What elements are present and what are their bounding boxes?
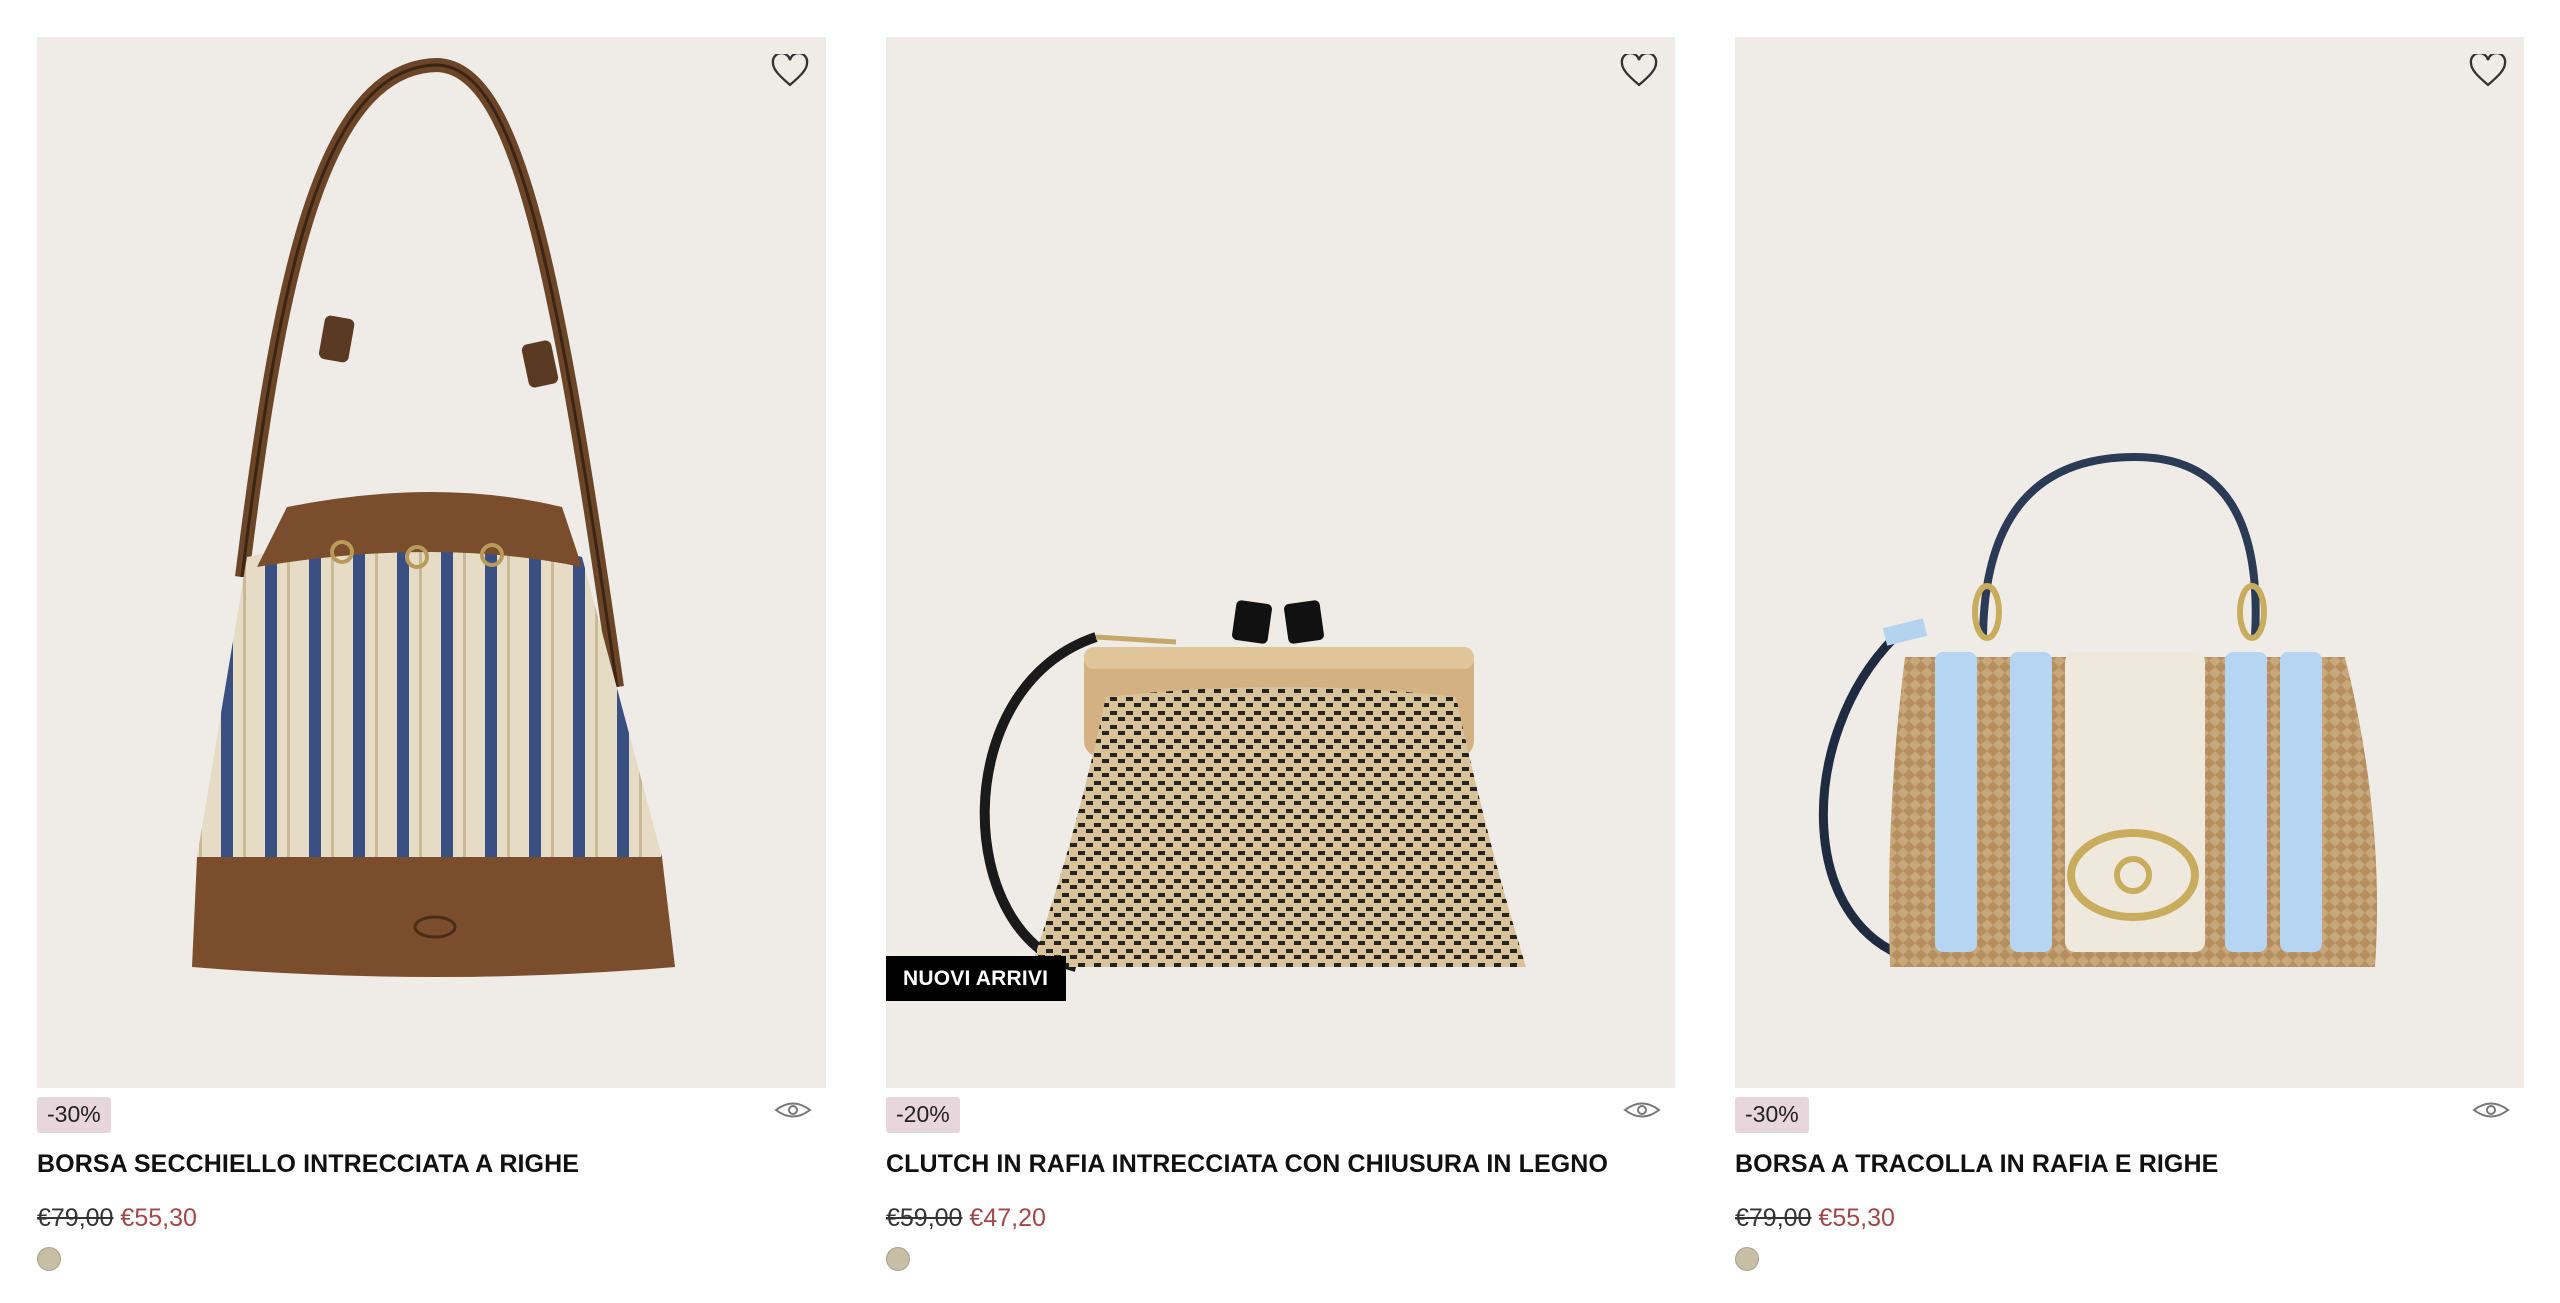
- product-image[interactable]: [37, 37, 826, 1088]
- product-card[interactable]: NUOVI ARRIVI -20% CLUTCH IN RAFIA INTREC…: [886, 37, 1675, 1271]
- product-title[interactable]: BORSA SECCHIELLO INTRECCIATA A RIGHE: [37, 1149, 826, 1179]
- product-image[interactable]: [1735, 37, 2524, 1088]
- crossbody-bag-illustration: [1818, 452, 2377, 967]
- wishlist-button[interactable]: [2466, 49, 2510, 93]
- eye-icon[interactable]: [1623, 1097, 1661, 1123]
- product-image[interactable]: NUOVI ARRIVI: [886, 37, 1675, 1088]
- sale-price: €47,20: [969, 1204, 1046, 1232]
- product-card[interactable]: -30% BORSA SECCHIELLO INTRECCIATA A RIGH…: [37, 37, 826, 1271]
- sale-price: €55,30: [1818, 1204, 1895, 1232]
- heart-icon: [2469, 54, 2507, 87]
- product-grid: -30% BORSA SECCHIELLO INTRECCIATA A RIGH…: [37, 37, 2524, 1271]
- original-price: €79,00: [37, 1204, 114, 1232]
- discount-badge: -20%: [886, 1097, 960, 1133]
- wishlist-button[interactable]: [1617, 49, 1661, 93]
- discount-badge: -30%: [1735, 1097, 1809, 1133]
- product-title[interactable]: CLUTCH IN RAFIA INTRECCIATA CON CHIUSURA…: [886, 1149, 1675, 1179]
- price-row: €79,00 €55,30: [37, 1203, 826, 1233]
- bucket-bag-illustration: [192, 57, 675, 977]
- heart-icon: [1620, 54, 1658, 87]
- product-card[interactable]: -30% BORSA A TRACOLLA IN RAFIA E RIGHE €…: [1735, 37, 2524, 1271]
- price-row: €79,00 €55,30: [1735, 1203, 2524, 1233]
- color-swatch[interactable]: [886, 1247, 910, 1271]
- original-price: €79,00: [1735, 1204, 1812, 1232]
- clutch-bag-illustration: [979, 600, 1526, 972]
- heart-icon: [771, 54, 809, 87]
- product-meta-row: -30%: [37, 1088, 826, 1138]
- eye-icon[interactable]: [774, 1097, 812, 1123]
- new-arrivals-badge: NUOVI ARRIVI: [886, 956, 1067, 1001]
- color-swatch[interactable]: [37, 1247, 61, 1271]
- eye-icon[interactable]: [2472, 1097, 2510, 1123]
- product-meta-row: -30%: [1735, 1088, 2524, 1138]
- price-row: €59,00 €47,20: [886, 1203, 1675, 1233]
- original-price: €59,00: [886, 1204, 963, 1232]
- sale-price: €55,30: [120, 1204, 197, 1232]
- product-meta-row: -20%: [886, 1088, 1675, 1138]
- color-swatch[interactable]: [1735, 1247, 1759, 1271]
- wishlist-button[interactable]: [768, 49, 812, 93]
- product-title[interactable]: BORSA A TRACOLLA IN RAFIA E RIGHE: [1735, 1149, 2524, 1179]
- discount-badge: -30%: [37, 1097, 111, 1133]
